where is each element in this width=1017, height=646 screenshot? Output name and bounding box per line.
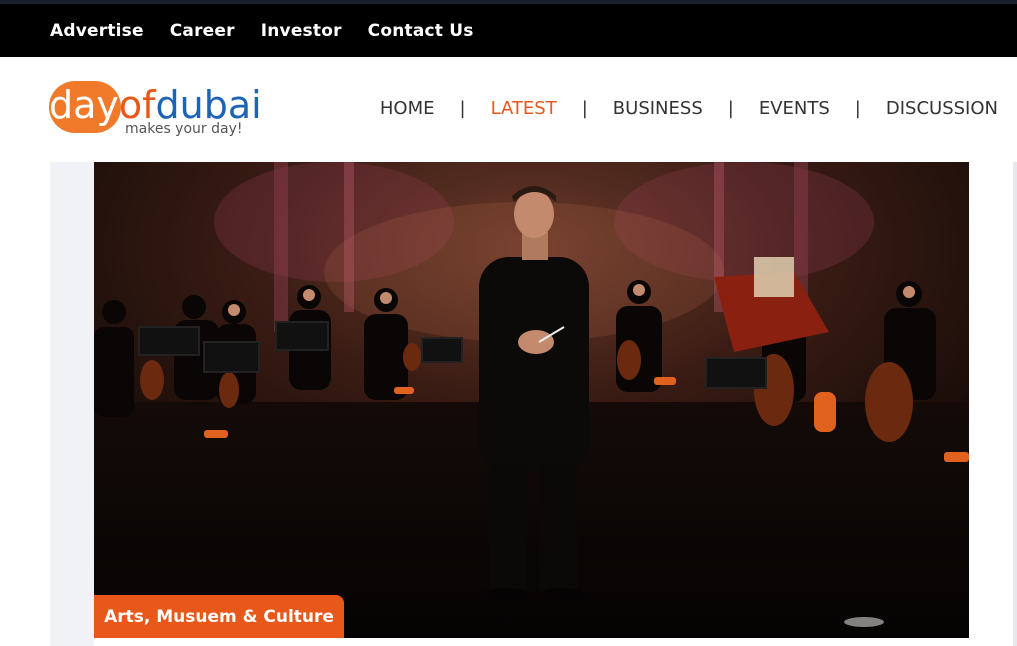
investor-link[interactable]: Investor <box>261 21 342 41</box>
top-utility-bar: Advertise Career Investor Contact Us <box>0 0 1017 57</box>
nav-latest[interactable]: LATEST <box>491 98 557 119</box>
nav-separator: | <box>581 97 588 119</box>
utility-links: Advertise Career Investor Contact Us <box>50 4 474 57</box>
content-background <box>50 162 94 646</box>
nav-home[interactable]: HOME <box>380 98 435 119</box>
nav-business[interactable]: BUSINESS <box>613 98 703 119</box>
contact-us-link[interactable]: Contact Us <box>368 21 474 41</box>
nav-separator: | <box>459 97 466 119</box>
career-link[interactable]: Career <box>170 21 235 41</box>
featured-article-image[interactable] <box>94 162 969 638</box>
category-badge[interactable]: Arts, Musuem & Culture <box>94 595 344 638</box>
logo-word-day: day <box>49 83 119 127</box>
scrollbar-track[interactable] <box>1013 162 1017 646</box>
nav-separator: | <box>854 97 861 119</box>
dayofdubai-logo[interactable]: dayofdubai makes your day! <box>49 77 289 147</box>
nav-events[interactable]: EVENTS <box>759 98 830 119</box>
advertise-link[interactable]: Advertise <box>50 21 144 41</box>
orchestra-photo <box>94 162 969 638</box>
site-header: dayofdubai makes your day! HOME | LATEST… <box>0 57 1017 162</box>
nav-separator: | <box>727 97 734 119</box>
main-nav: HOME | LATEST | BUSINESS | EVENTS | DISC… <box>380 87 998 129</box>
logo-tagline: makes your day! <box>125 121 243 137</box>
right-gutter <box>969 162 1017 646</box>
nav-discussion[interactable]: DISCUSSION <box>886 98 998 119</box>
left-gutter <box>0 162 50 646</box>
